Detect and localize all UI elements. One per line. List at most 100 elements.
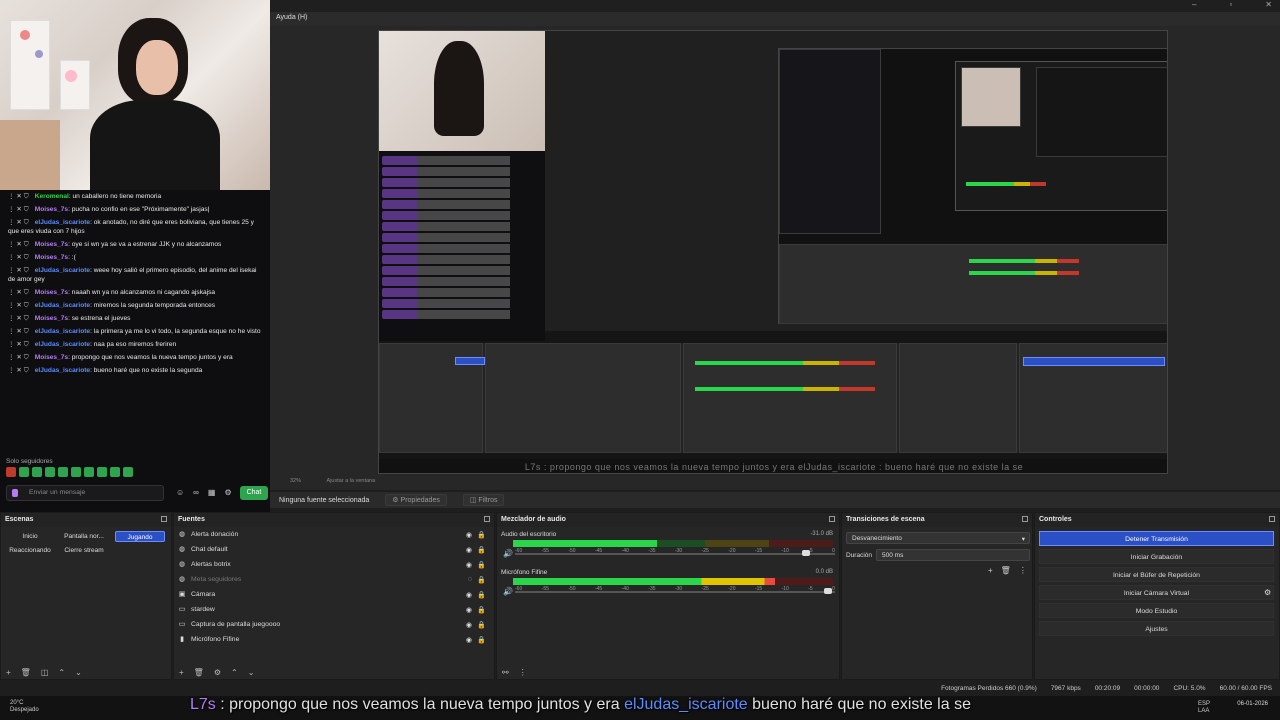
volume-slider[interactable]: [515, 550, 835, 556]
source-item[interactable]: ◍ Alertas botrix ◉ 🔒: [174, 557, 494, 572]
chevron-down-icon[interactable]: ⌄: [248, 668, 255, 677]
chat-send-button[interactable]: Chat: [240, 486, 268, 500]
emote-icon[interactable]: [84, 467, 94, 477]
trash-icon[interactable]: 🗑: [1001, 566, 1011, 575]
emote-icon[interactable]: [123, 467, 133, 477]
lock-icon[interactable]: 🔒: [477, 606, 486, 614]
visibility-eye-icon[interactable]: ◉: [466, 546, 472, 554]
gift-icon[interactable]: ▦: [208, 488, 216, 497]
control-button[interactable]: Modo Estudio: [1039, 603, 1274, 618]
scene-item[interactable]: Jugando: [115, 531, 165, 542]
undock-icon[interactable]: [1022, 516, 1028, 522]
chat-username[interactable]: elJudas_iscariote: [35, 219, 90, 226]
trash-icon[interactable]: 🗑: [194, 668, 204, 677]
undock-icon[interactable]: [829, 516, 835, 522]
mod-badges-icon[interactable]: ⋮ ✕ ⛉: [8, 367, 29, 374]
chat-username[interactable]: elJudas_iscariote: [35, 328, 90, 335]
visibility-eye-icon[interactable]: ◉: [466, 561, 472, 569]
chat-username[interactable]: Moises_7s: [35, 315, 68, 322]
emoji-icon[interactable]: ☺: [176, 488, 184, 497]
source-item[interactable]: ▮ Micrófono Fifine ◉ 🔒: [174, 632, 494, 647]
source-item[interactable]: ◍ Alerta donación ◉ 🔒: [174, 527, 494, 542]
chat-username[interactable]: elJudas_iscariote: [35, 302, 90, 309]
trash-icon[interactable]: 🗑: [21, 668, 31, 677]
menu-help[interactable]: Ayuda (H): [276, 14, 307, 21]
mod-badges-icon[interactable]: ⋮ ✕ ⛉: [8, 206, 29, 213]
mod-badges-icon[interactable]: ⋮ ✕ ⛉: [8, 193, 29, 200]
more-icon[interactable]: ⋮: [519, 668, 527, 677]
mod-badges-icon[interactable]: ⋮ ✕ ⛉: [8, 354, 29, 361]
emote-icon[interactable]: [6, 467, 16, 477]
weather-widget[interactable]: 20°C Despejado: [10, 700, 39, 714]
control-button[interactable]: Iniciar Grabación: [1039, 549, 1274, 564]
source-item[interactable]: ▭ stardew ◉ 🔒: [174, 602, 494, 617]
scene-item[interactable]: Reaccionando: [5, 545, 55, 556]
source-item[interactable]: ◍ Meta seguidores ◌ 🔒: [174, 572, 494, 587]
link-icon[interactable]: ∞: [193, 488, 199, 497]
mod-badges-icon[interactable]: ⋮ ✕ ⛉: [8, 254, 29, 261]
fit-window[interactable]: Ajustar a la ventana: [327, 478, 376, 484]
scene-item[interactable]: Cierre stream: [59, 545, 109, 556]
chat-username[interactable]: Moises_7s: [35, 354, 68, 361]
control-button[interactable]: Ajustes: [1039, 621, 1274, 636]
control-button[interactable]: Iniciar Cámara Virtual: [1039, 585, 1274, 600]
more-icon[interactable]: ⋮: [1019, 566, 1027, 575]
visibility-eye-icon[interactable]: ◉: [466, 606, 472, 614]
chat-username[interactable]: Moises_7s: [35, 206, 68, 213]
zoom-level[interactable]: 32%: [290, 478, 301, 484]
undock-icon[interactable]: [484, 516, 490, 522]
add-icon[interactable]: +: [179, 668, 184, 677]
obs-preview-canvas[interactable]: L7s : propongo que nos veamos la nueva t…: [378, 30, 1168, 474]
mod-badges-icon[interactable]: ⋮ ✕ ⛉: [8, 219, 29, 226]
visibility-eye-icon[interactable]: ◉: [466, 591, 472, 599]
volume-slider[interactable]: [515, 588, 835, 594]
mod-badges-icon[interactable]: ⋮ ✕ ⛉: [8, 289, 29, 296]
lock-icon[interactable]: 🔒: [477, 561, 486, 569]
emote-icon[interactable]: [58, 467, 68, 477]
speaker-icon[interactable]: 🔊: [503, 549, 513, 558]
visibility-eye-icon[interactable]: ◉: [466, 621, 472, 629]
virtual-camera-gear-icon[interactable]: ⚙: [1264, 588, 1271, 597]
source-item[interactable]: ◍ Chat default ◉ 🔒: [174, 542, 494, 557]
transition-select[interactable]: Desvanecimiento ▾: [846, 532, 1030, 544]
mod-badges-icon[interactable]: ⋮ ✕ ⛉: [8, 267, 29, 274]
gear-icon[interactable]: ⚙: [214, 668, 221, 677]
properties-button[interactable]: ⚙ Propiedades: [385, 494, 447, 506]
link-icon[interactable]: ⚯: [502, 668, 509, 677]
emote-icon[interactable]: [110, 467, 120, 477]
speaker-icon[interactable]: 🔊: [503, 587, 513, 596]
lock-icon[interactable]: 🔒: [477, 546, 486, 554]
slider-knob[interactable]: [823, 588, 832, 594]
chevron-down-icon[interactable]: ⌄: [75, 668, 82, 677]
mod-badges-icon[interactable]: ⋮ ✕ ⛉: [8, 341, 29, 348]
scene-item[interactable]: Inicio: [5, 531, 55, 542]
chat-username[interactable]: Moises_7s: [35, 289, 68, 296]
emote-icon[interactable]: [97, 467, 107, 477]
lock-icon[interactable]: 🔒: [477, 636, 486, 644]
clock[interactable]: 06-01-2026: [1237, 701, 1268, 708]
emote-icon[interactable]: [45, 467, 55, 477]
lock-icon[interactable]: 🔒: [477, 531, 486, 539]
bits-icon[interactable]: [12, 489, 18, 497]
chat-username[interactable]: elJudas_iscariote: [35, 341, 90, 348]
source-item[interactable]: ▭ Captura de pantalla juegoooo ◉ 🔒: [174, 617, 494, 632]
duration-input[interactable]: 500 ms: [876, 549, 1030, 561]
lock-icon[interactable]: 🔒: [477, 591, 486, 599]
undock-icon[interactable]: [161, 516, 167, 522]
mod-badges-icon[interactable]: ⋮ ✕ ⛉: [8, 302, 29, 309]
mod-badges-icon[interactable]: ⋮ ✕ ⛉: [8, 328, 29, 335]
minimize-icon[interactable]: –: [1192, 0, 1196, 10]
close-icon[interactable]: ✕: [1265, 0, 1272, 10]
filter-icon[interactable]: ◫: [41, 668, 49, 677]
visibility-eye-icon[interactable]: ◉: [466, 636, 472, 644]
add-icon[interactable]: +: [988, 566, 993, 575]
chevron-up-icon[interactable]: ⌃: [231, 668, 238, 677]
source-item[interactable]: ▣ Cámara ◉ 🔒: [174, 587, 494, 602]
chat-username[interactable]: Keromenal: [35, 193, 69, 200]
slider-knob[interactable]: [802, 550, 811, 556]
chat-username[interactable]: elJudas_iscariote: [35, 267, 90, 274]
mod-badges-icon[interactable]: ⋮ ✕ ⛉: [8, 241, 29, 248]
emote-icon[interactable]: [71, 467, 81, 477]
emote-icon[interactable]: [19, 467, 29, 477]
chat-username[interactable]: Moises_7s: [35, 254, 68, 261]
